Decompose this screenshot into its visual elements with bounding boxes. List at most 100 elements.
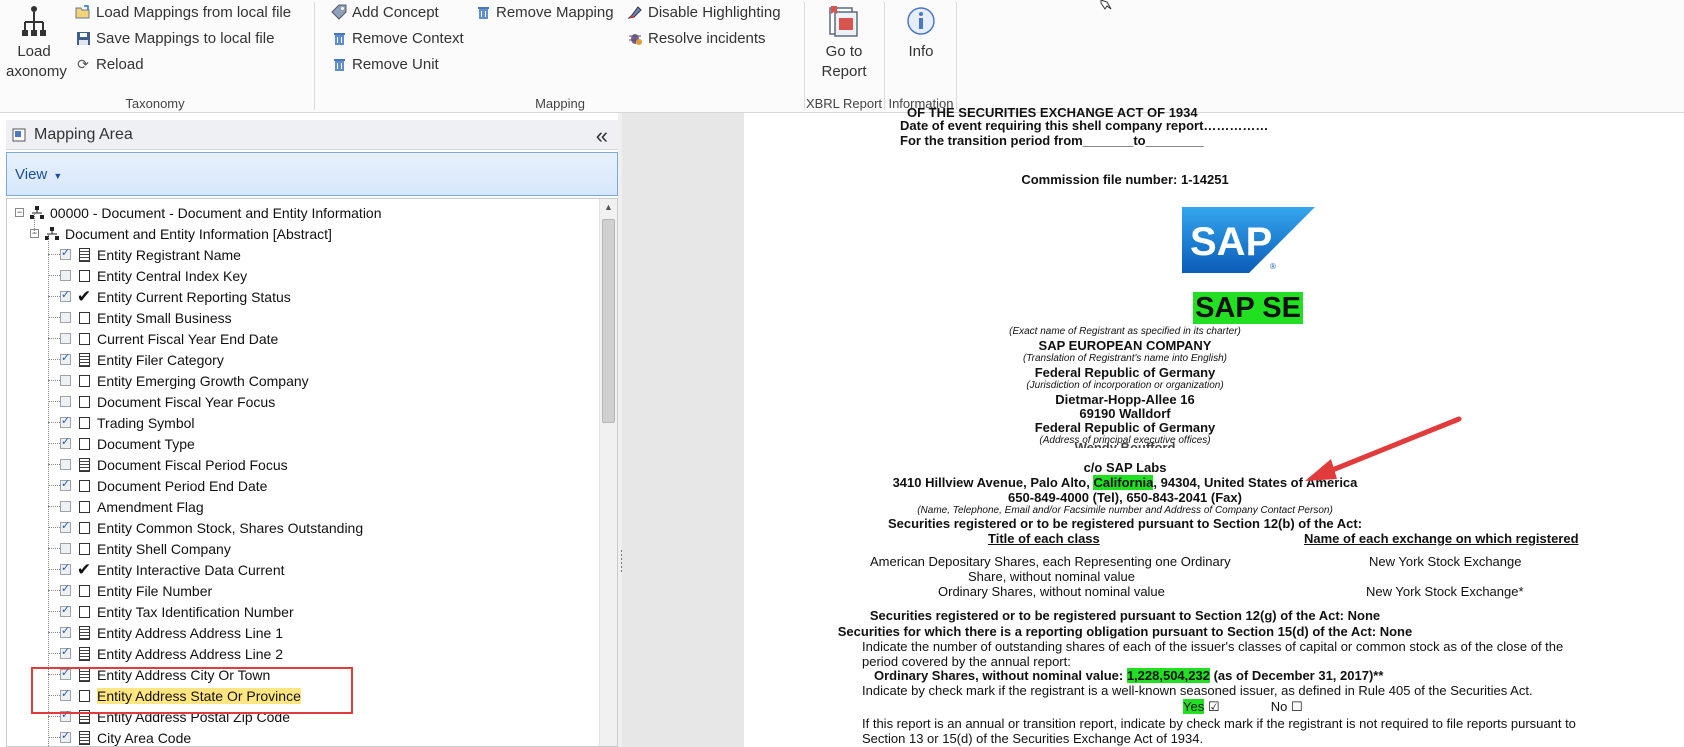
empty-box-icon (77, 520, 91, 536)
tree-item-checkbox[interactable] (60, 396, 71, 407)
remove-unit-label: Remove Unit (352, 55, 439, 73)
scroll-up-icon[interactable]: ▲ (604, 202, 613, 212)
disable-highlighting-button[interactable]: Disable Highlighting (626, 1, 781, 23)
tree-item[interactable]: Entity Tax Identification Number (60, 601, 294, 622)
tree-guide-line (48, 443, 60, 444)
tree-guide-line (48, 422, 60, 423)
tree-item[interactable]: Trading Symbol (60, 412, 195, 433)
tree-item-checkbox[interactable] (60, 246, 71, 260)
load-taxonomy-button[interactable]: Load axonomy (6, 4, 67, 82)
ribbon-toolbar: Load axonomy Load Mappings from local fi… (0, 0, 1684, 113)
tree-item[interactable]: Entity Address Address Line 1 (60, 622, 283, 643)
tree-item-checkbox[interactable] (60, 288, 71, 302)
tree-item[interactable]: Entity Filer Category (60, 349, 224, 370)
mapping-area-header: Mapping Area « (6, 120, 618, 150)
tree-item-checkbox[interactable] (60, 645, 71, 659)
concept-tree: − 00000 - Document - Document and Entity … (6, 198, 618, 747)
info-icon (907, 7, 935, 35)
tree-item-checkbox[interactable] (60, 561, 71, 575)
tree-item-checkbox[interactable] (60, 624, 71, 638)
save-mappings-label: Save Mappings to local file (96, 29, 275, 47)
tree-item[interactable]: Document Fiscal Year Focus (60, 391, 275, 412)
tree-item[interactable]: Document Period End Date (60, 475, 267, 496)
tree-guide-line (48, 716, 60, 717)
doc-ordinary-pre: Ordinary Shares, without nominal value: (874, 668, 1127, 683)
tree-item[interactable]: Entity Emerging Growth Company (60, 370, 309, 391)
go-to-report-line1: Go to (825, 43, 863, 60)
tree-item-checkbox[interactable] (60, 414, 71, 428)
doc-no-checkbox[interactable]: ☐ (1291, 699, 1303, 714)
tree-item[interactable]: Document Type (60, 433, 195, 454)
tree-item[interactable]: Entity Registrant Name (60, 244, 241, 265)
tree-item[interactable]: Entity Small Business (60, 307, 232, 328)
tree-item-checkbox[interactable] (60, 351, 71, 365)
tree-guide-line (48, 548, 60, 549)
tree-item[interactable]: − Document and Entity Information [Abstra… (30, 223, 332, 244)
tree-item[interactable]: Document Fiscal Period Focus (60, 454, 288, 475)
tree-item[interactable]: − 00000 - Document - Document and Entity … (15, 202, 382, 223)
doc-annual-line2: Section 13 or 15(d) of the Securities Ex… (862, 731, 1204, 746)
tree-item-label: Current Fiscal Year End Date (97, 330, 279, 347)
tree-item-label: Entity Address Address Line 2 (97, 645, 283, 662)
doc-jurisdiction-note: (Jurisdiction of incorporation or organi… (1026, 380, 1224, 391)
tree-item-label: 00000 - Document - Document and Entity I… (50, 204, 382, 221)
scrollbar-thumb[interactable] (602, 219, 615, 423)
text-document-icon (77, 625, 91, 641)
view-menu[interactable]: View ▼ (15, 166, 62, 183)
tree-item-label: Entity Small Business (97, 309, 232, 326)
go-to-report-button[interactable]: Go to Report (811, 4, 877, 82)
tree-item[interactable]: Entity Address Address Line 2 (60, 643, 283, 664)
empty-box-icon (77, 604, 91, 620)
tree-guide-line (34, 212, 35, 233)
collapse-toggle-icon[interactable]: − (15, 208, 24, 217)
doc-address-line1: Dietmar-Hopp-Allee 16 (1055, 392, 1195, 407)
load-mappings-button[interactable]: Load Mappings from local file (74, 1, 291, 23)
tree-item-checkbox[interactable] (60, 435, 71, 449)
resolve-incidents-button[interactable]: Resolve incidents (626, 27, 766, 49)
reload-button[interactable]: ⟳ Reload (74, 53, 143, 75)
tree-guide-line (48, 590, 60, 591)
tree-item[interactable]: Entity Shell Company (60, 538, 231, 559)
tree-item[interactable]: Entity Common Stock, Shares Outstanding (60, 517, 363, 538)
tree-item[interactable]: ✔ Entity Interactive Data Current (60, 559, 285, 580)
tree-item-checkbox[interactable] (60, 375, 71, 386)
tree-item[interactable]: Entity File Number (60, 580, 212, 601)
folder-open-icon (74, 3, 92, 21)
tree-item-checkbox[interactable] (60, 312, 71, 323)
tree-scrollbar[interactable]: ▲ (599, 199, 617, 746)
tree-item-checkbox[interactable] (60, 477, 71, 491)
doc-col-exchange: Name of each exchange on which registere… (1304, 531, 1579, 546)
tree-item-checkbox[interactable] (60, 501, 71, 512)
tree-item-checkbox[interactable] (60, 603, 71, 617)
tree-item-checkbox[interactable] (60, 729, 71, 743)
save-mappings-button[interactable]: Save Mappings to local file (74, 27, 274, 49)
tree-item[interactable]: Amendment Flag (60, 496, 204, 517)
remove-mapping-button[interactable]: Remove Mapping (474, 1, 614, 23)
add-concept-button[interactable]: Add Concept (330, 1, 439, 23)
tree-item[interactable]: Current Fiscal Year End Date (60, 328, 278, 349)
remove-unit-button[interactable]: Remove Unit (330, 53, 439, 75)
empty-box-icon (77, 583, 91, 599)
empty-box-icon (77, 541, 91, 557)
doc-class1-line2: Share, without nominal value (968, 569, 1135, 584)
load-taxonomy-line2: axonomy (6, 63, 67, 80)
empty-box-icon (77, 394, 91, 410)
tree-item-checkbox[interactable] (60, 519, 71, 533)
red-arrow-annotation (1305, 416, 1462, 481)
tree-item-checkbox[interactable] (60, 333, 71, 344)
collapse-panel-icon[interactable]: « (596, 123, 608, 149)
tree-item-label: Entity Registrant Name (97, 246, 241, 263)
tree-item[interactable]: Entity Central Index Key (60, 265, 247, 286)
remove-context-button[interactable]: Remove Context (330, 27, 464, 49)
tree-item-checkbox[interactable] (60, 270, 71, 281)
tree-item[interactable]: ✔ Entity Current Reporting Status (60, 286, 291, 307)
tree-item-checkbox[interactable] (60, 459, 71, 470)
doc-yes-checkbox[interactable]: ☑ (1208, 699, 1220, 714)
tree-item-checkbox[interactable] (60, 543, 71, 554)
information-group: Info Information (885, 0, 957, 113)
info-button[interactable]: Info (893, 4, 949, 62)
text-document-icon (77, 730, 91, 746)
tree-item-label: Entity Address Address Line 1 (97, 624, 283, 641)
tree-item-checkbox[interactable] (60, 582, 71, 596)
tree-item[interactable]: City Area Code (60, 727, 191, 746)
